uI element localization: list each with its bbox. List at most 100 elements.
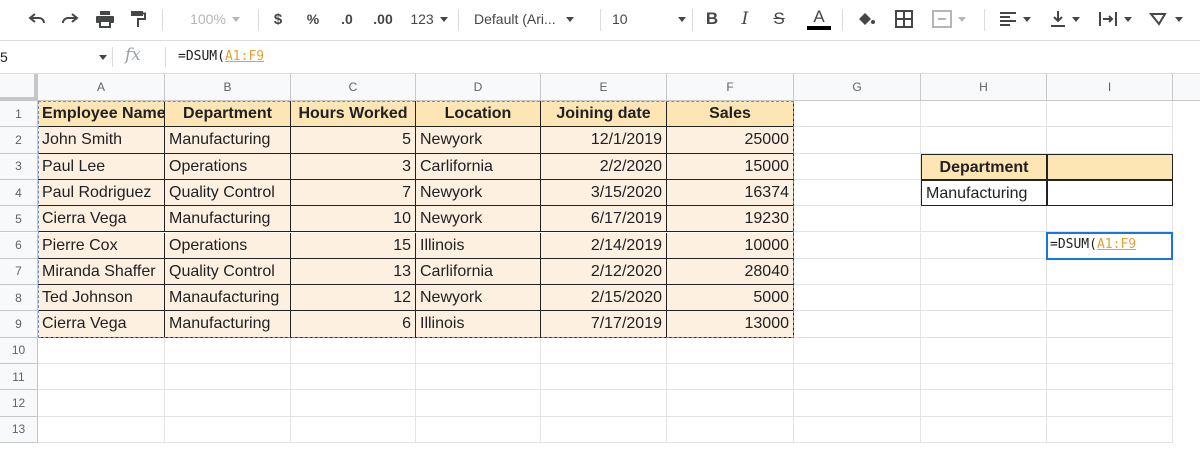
cell-h10[interactable] bbox=[921, 337, 1047, 364]
cell-h1[interactable] bbox=[921, 101, 1047, 128]
row-header-11[interactable]: 11 bbox=[0, 364, 38, 391]
table-cell[interactable]: 5 bbox=[291, 127, 416, 154]
table-cell[interactable]: Carlifornia bbox=[416, 258, 541, 286]
row-header-5[interactable]: 5 bbox=[0, 206, 38, 233]
table-cell[interactable]: 2/12/2020 bbox=[541, 258, 667, 286]
row-header-12[interactable]: 12 bbox=[0, 390, 38, 417]
table-cell[interactable]: Ted Johnson bbox=[38, 285, 165, 312]
cell-h7[interactable] bbox=[921, 258, 1047, 286]
sheet-grid[interactable]: A B C D E F G H I 1 2 3 4 5 6 7 8 9 10 11 12 13 Employee Name D… bbox=[0, 74, 1200, 452]
column-header-c[interactable]: C bbox=[291, 74, 416, 101]
table-header-cell[interactable]: Joining date bbox=[541, 101, 667, 128]
cell-e13[interactable] bbox=[541, 416, 667, 443]
table-cell[interactable]: Quality Control bbox=[165, 179, 291, 207]
cell-c10[interactable] bbox=[291, 337, 416, 364]
cell-i7[interactable] bbox=[1047, 258, 1173, 286]
text-color-button[interactable]: A bbox=[805, 5, 833, 33]
cell-e12[interactable] bbox=[541, 390, 667, 417]
table-cell[interactable]: 5000 bbox=[667, 285, 794, 312]
table-cell[interactable]: 10000 bbox=[667, 232, 794, 259]
column-header-e[interactable]: E bbox=[541, 74, 667, 101]
row-header-7[interactable]: 7 bbox=[0, 258, 38, 286]
vertical-align-icon[interactable] bbox=[1044, 5, 1086, 33]
cell-i11[interactable] bbox=[1047, 364, 1173, 391]
cell-g7[interactable] bbox=[794, 258, 921, 286]
column-header-b[interactable]: B bbox=[165, 74, 291, 101]
cell-h2[interactable] bbox=[921, 127, 1047, 154]
table-cell[interactable]: Newyork bbox=[416, 285, 541, 312]
cell-i5[interactable] bbox=[1047, 206, 1173, 233]
table-cell[interactable]: Paul Rodriguez bbox=[38, 179, 165, 207]
italic-button[interactable]: I bbox=[735, 5, 755, 33]
criteria-value-cell[interactable]: Manufacturing bbox=[921, 179, 1047, 207]
table-cell[interactable]: Newyork bbox=[416, 179, 541, 207]
name-box[interactable]: 5 bbox=[0, 41, 112, 73]
table-cell[interactable]: Pierre Cox bbox=[38, 232, 165, 259]
column-header-h[interactable]: H bbox=[921, 74, 1047, 101]
table-header-cell[interactable]: Hours Worked bbox=[291, 101, 416, 128]
table-cell[interactable]: Newyork bbox=[416, 206, 541, 233]
table-cell[interactable]: Manufacturing bbox=[165, 311, 291, 338]
cell-e11[interactable] bbox=[541, 364, 667, 391]
cell-g9[interactable] bbox=[794, 311, 921, 338]
row-header-6[interactable]: 6 bbox=[0, 232, 38, 259]
row-header-1[interactable]: 1 bbox=[0, 101, 38, 128]
table-cell[interactable]: 3/15/2020 bbox=[541, 179, 667, 207]
column-header-g[interactable]: G bbox=[794, 74, 921, 101]
currency-button[interactable]: $ bbox=[268, 5, 288, 33]
cell-i13[interactable] bbox=[1047, 416, 1173, 443]
cell-a12[interactable] bbox=[38, 390, 165, 417]
redo-icon[interactable] bbox=[55, 5, 85, 33]
row-header-8[interactable]: 8 bbox=[0, 285, 38, 312]
cell-d11[interactable] bbox=[416, 364, 541, 391]
cell-g1[interactable] bbox=[794, 101, 921, 128]
cell-h13[interactable] bbox=[921, 416, 1047, 443]
table-cell[interactable]: Manaufacturing bbox=[165, 285, 291, 312]
cell-c13[interactable] bbox=[291, 416, 416, 443]
cell-g5[interactable] bbox=[794, 206, 921, 233]
zoom-select[interactable]: 100% bbox=[180, 5, 250, 33]
cell-d10[interactable] bbox=[416, 337, 541, 364]
cell-h6[interactable] bbox=[921, 232, 1047, 259]
active-cell-editor[interactable]: =DSUM(A1:F9 bbox=[1046, 231, 1173, 260]
table-cell[interactable]: 2/2/2020 bbox=[541, 153, 667, 180]
text-wrap-icon[interactable] bbox=[1094, 5, 1136, 33]
table-cell[interactable]: John Smith bbox=[38, 127, 165, 154]
column-header-i[interactable]: I bbox=[1047, 74, 1173, 101]
cell-f10[interactable] bbox=[667, 337, 794, 364]
table-header-cell[interactable]: Department bbox=[165, 101, 291, 128]
table-cell[interactable]: 13000 bbox=[667, 311, 794, 338]
table-cell[interactable]: 10 bbox=[291, 206, 416, 233]
table-cell[interactable]: Manufacturing bbox=[165, 206, 291, 233]
cell-b11[interactable] bbox=[165, 364, 291, 391]
criteria-header-cell[interactable]: Department bbox=[921, 153, 1047, 180]
cell-g12[interactable] bbox=[794, 390, 921, 417]
table-cell[interactable]: Operations bbox=[165, 153, 291, 180]
row-header-3[interactable]: 3 bbox=[0, 153, 38, 180]
table-cell[interactable]: Cierra Vega bbox=[38, 311, 165, 338]
table-cell[interactable]: 25000 bbox=[667, 127, 794, 154]
horizontal-align-icon[interactable] bbox=[994, 5, 1036, 33]
table-cell[interactable]: Miranda Shaffer bbox=[38, 258, 165, 286]
cell-h8[interactable] bbox=[921, 285, 1047, 312]
text-rotation-icon[interactable] bbox=[1144, 5, 1188, 33]
table-cell[interactable]: 7 bbox=[291, 179, 416, 207]
cell-i9[interactable] bbox=[1047, 311, 1173, 338]
table-cell[interactable]: Illinois bbox=[416, 311, 541, 338]
table-cell[interactable]: 2/15/2020 bbox=[541, 285, 667, 312]
cell-i10[interactable] bbox=[1047, 337, 1173, 364]
font-family-select[interactable]: Default (Ari... bbox=[474, 5, 592, 33]
fill-color-icon[interactable] bbox=[852, 5, 880, 33]
table-cell[interactable]: 6 bbox=[291, 311, 416, 338]
cell-i2[interactable] bbox=[1047, 127, 1173, 154]
row-header-2[interactable]: 2 bbox=[0, 127, 38, 154]
table-cell[interactable]: 12/1/2019 bbox=[541, 127, 667, 154]
select-all-corner[interactable] bbox=[0, 74, 38, 101]
borders-icon[interactable] bbox=[890, 5, 918, 33]
undo-icon[interactable] bbox=[22, 5, 52, 33]
criteria-empty-cell[interactable] bbox=[1047, 179, 1173, 207]
cell-f11[interactable] bbox=[667, 364, 794, 391]
cell-g10[interactable] bbox=[794, 337, 921, 364]
column-header-a[interactable]: A bbox=[38, 74, 165, 101]
cell-i1[interactable] bbox=[1047, 101, 1173, 128]
